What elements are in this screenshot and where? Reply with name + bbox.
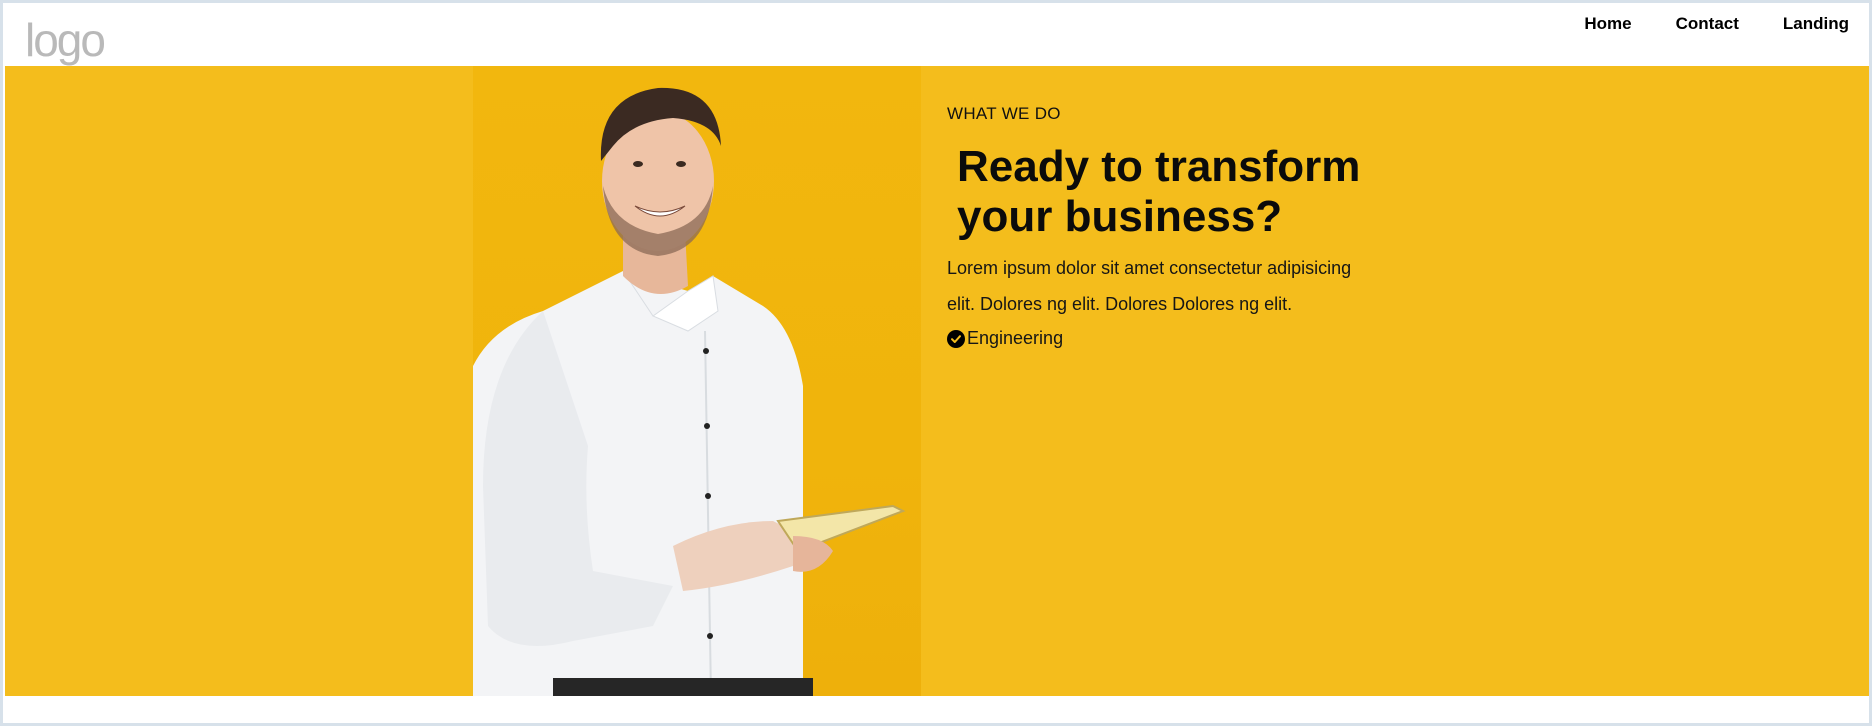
- site-header: logo Home Contact Landing: [3, 3, 1869, 66]
- hero-photo: [473, 66, 921, 696]
- hero-section: WHAT WE DO Ready to transform your busin…: [5, 66, 1869, 696]
- check-circle-icon: [947, 329, 965, 348]
- hero-description: Lorem ipsum dolor sit amet consectetur a…: [947, 258, 1352, 314]
- main-nav: Home Contact Landing: [1540, 13, 1869, 35]
- person-illustration: [473, 87, 906, 696]
- nav-link-contact[interactable]: Contact: [1676, 13, 1739, 35]
- nav-link-home[interactable]: Home: [1584, 13, 1631, 35]
- check-mark: [951, 334, 961, 343]
- nav-link-landing[interactable]: Landing: [1783, 13, 1849, 35]
- logo[interactable]: logo: [25, 17, 106, 63]
- feature-label: Engineering: [967, 328, 1064, 348]
- section-eyebrow: WHAT WE DO: [947, 104, 1061, 123]
- feature-item: Engineering: [947, 328, 1063, 349]
- hero-headline: Ready to transform your business?: [957, 142, 1361, 241]
